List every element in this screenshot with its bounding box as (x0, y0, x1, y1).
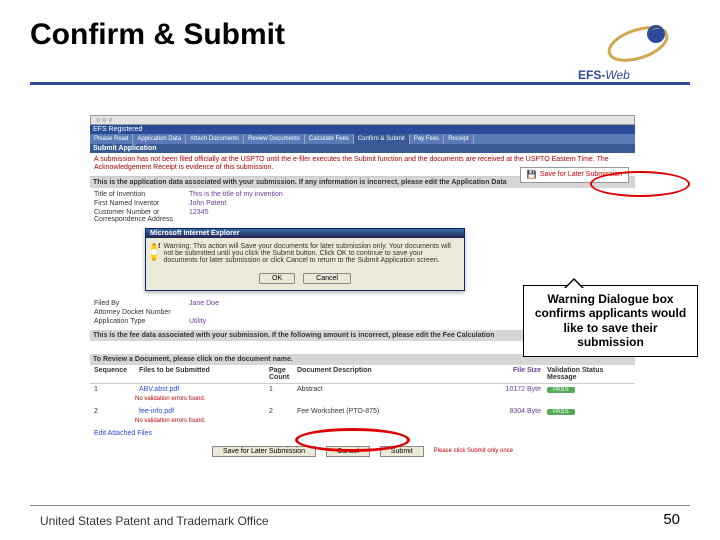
edit-attached-link[interactable]: Edit Attached Files (94, 430, 152, 437)
title-label: Title of Invention (94, 191, 189, 198)
warning-dialog: Microsoft Internet Explorer Warning: Thi… (145, 228, 465, 291)
tab-review-documents[interactable]: Review Documents (244, 134, 305, 144)
dialog-ok-button[interactable]: OK (259, 273, 295, 284)
section-title: Submit Application (90, 144, 635, 153)
tab-pay-fees[interactable]: Pay Fees (410, 134, 444, 144)
submission-notice: A submission has not been filed official… (90, 153, 635, 177)
submit-button[interactable]: Submit (380, 446, 424, 457)
tab-please-read[interactable]: Please Read (90, 134, 133, 144)
doc-table-header: SequenceFiles to be SubmittedPage CountD… (90, 365, 635, 384)
status-badge: PASS (547, 387, 575, 393)
warning-icon (151, 243, 157, 261)
divider-bottom (30, 505, 690, 506)
dialog-cancel-button[interactable]: Cancel (303, 273, 351, 284)
tab-confirm-submit[interactable]: Confirm & Submit (354, 134, 410, 144)
apptype-value: Utility (189, 318, 206, 325)
filedby-value: Jane Doe (189, 300, 219, 307)
divider-top (30, 82, 690, 85)
cancel-button[interactable]: Cancel (326, 446, 370, 457)
custno-label: Customer Number or Correspondence Addres… (94, 209, 189, 223)
dialog-message: Warning: This action will Save your docu… (163, 243, 459, 264)
inventor-value: John Patent (189, 200, 226, 207)
wizard-tabs: Please Read Application Data Attach Docu… (90, 134, 635, 144)
app-header: EFS Registered (90, 125, 635, 134)
apptype-label: Application Type (94, 318, 189, 325)
callout-box: Warning Dialogue box confirms applicants… (523, 285, 698, 357)
tab-receipt[interactable]: Receipt (444, 134, 473, 144)
submit-hint: Please click Submit only once (434, 448, 513, 454)
page-number: 50 (663, 511, 680, 528)
tab-attach-documents[interactable]: Attach Documents (186, 134, 244, 144)
window-chrome: ○ ○ ○ (90, 115, 635, 125)
file-link[interactable]: ABV.abst.pdf (139, 386, 269, 393)
table-row: 1ABV.abst.pdf1Abstract10172 BytePASS (90, 384, 635, 395)
title-value: This is the title of my invention (189, 191, 283, 198)
save-for-later-link[interactable]: Save for Later Submission (520, 167, 629, 183)
inventor-label: First Named Inventor (94, 200, 189, 207)
validation-message: No validation errors found. (90, 395, 635, 406)
validation-message: No validation errors found. (90, 417, 635, 428)
dialog-title: Microsoft Internet Explorer (146, 229, 464, 238)
filedby-label: Filed By (94, 300, 189, 307)
save-for-later-button[interactable]: Save for Later Submission (212, 446, 316, 457)
tab-application-data[interactable]: Application Data (133, 134, 186, 144)
tab-calculate-fees[interactable]: Calculate Fees (305, 134, 354, 144)
docket-label: Attorney Docket Number (94, 309, 189, 316)
custno-value: 12345 (189, 209, 208, 223)
footer-text: United States Patent and Trademark Offic… (40, 514, 269, 528)
file-link[interactable]: fee-info.pdf (139, 408, 269, 415)
table-row: 2fee-info.pdf2Fee Worksheet (PTO-875)830… (90, 406, 635, 417)
efs-web-logo: EFS-Web (578, 22, 688, 82)
status-badge: PASS (547, 409, 575, 415)
